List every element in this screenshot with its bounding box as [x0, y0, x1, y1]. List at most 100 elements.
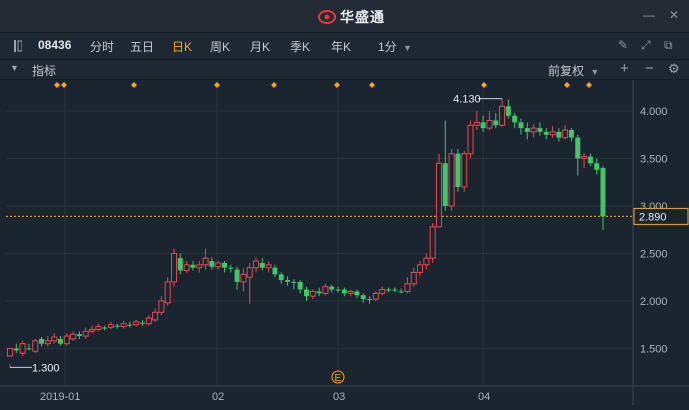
candle-body-up	[435, 162, 442, 228]
candle-body-down	[512, 115, 518, 123]
kline-chart[interactable]: E 4.000 3.500 3.000 2.500 2.000 1.500 2019-01 0…	[0, 80, 689, 405]
chart-background	[0, 80, 689, 405]
tab-monthly-k[interactable]: 月K	[250, 38, 270, 55]
candle-body-up	[423, 257, 430, 266]
candle-body-up	[164, 281, 171, 304]
candle-body-up	[486, 119, 493, 129]
title-bar: 华盛通 — ✕	[0, 0, 689, 33]
candle-body-up	[322, 286, 329, 294]
y-tick-label: 2.000	[640, 296, 668, 308]
candle-body-up	[202, 257, 209, 266]
candle-body-down	[39, 338, 45, 344]
current-price-label: 2.890	[639, 211, 667, 223]
minus-icon[interactable]: −	[645, 60, 654, 77]
brand: 华盛通	[318, 7, 385, 27]
kline-svg: E 4.0003.5003.0002.5002.0001.5002019-01 0…	[0, 80, 689, 405]
indicator-label[interactable]: 指标	[32, 62, 56, 79]
candle-body-up	[562, 129, 569, 139]
candle-body-down	[568, 129, 574, 138]
add-icon[interactable]: +	[620, 60, 629, 77]
candle-body-down	[442, 163, 448, 206]
candle-body-down	[524, 128, 530, 132]
brand-name: 华盛通	[340, 9, 385, 25]
candle-body-down	[76, 334, 82, 337]
candle-body-up	[171, 252, 178, 283]
candle-body-down	[278, 274, 284, 281]
candle-body-down	[360, 295, 366, 300]
candle-body-down	[480, 122, 486, 129]
candle-body-up	[70, 333, 77, 340]
candle-body-up	[51, 336, 58, 342]
candle-body-up	[95, 326, 102, 330]
candle-body-up	[581, 156, 588, 159]
tab-yearly-k[interactable]: 年K	[331, 38, 351, 55]
candle-body-up	[107, 324, 114, 329]
toolbar: 08436 分时 五日 日K 周K 月K 季K 年K 1分 ▼ ✎ ⤢ ⧉	[0, 33, 689, 60]
x-tick-label: 2019-01	[40, 391, 80, 403]
draw-pen-icon[interactable]: ✎	[618, 38, 628, 52]
candle-body-down	[102, 327, 108, 329]
candle-body-down	[367, 299, 373, 301]
candle-body-up	[133, 321, 140, 326]
adjust-select[interactable]: 前复权 ▼	[548, 62, 599, 79]
candle-body-up	[82, 330, 89, 337]
adjust-value: 前复权	[548, 64, 585, 78]
y-tick-label: 2.500	[640, 248, 668, 260]
settings-gear-icon[interactable]: ⚙	[668, 61, 680, 77]
candle-body-down	[228, 267, 234, 269]
tab-weekly-k[interactable]: 周K	[210, 38, 230, 55]
candle-body-down	[594, 163, 600, 170]
sidebar-toggle-icon[interactable]	[14, 40, 22, 52]
candle-body-up	[240, 273, 247, 283]
candle-body-up	[379, 289, 386, 294]
candle-body-up	[265, 264, 272, 269]
candle-body-up	[253, 260, 260, 269]
candle-body-down	[537, 128, 543, 132]
x-tick-label: 02	[212, 391, 224, 403]
candle-body-up	[499, 105, 506, 126]
tab-intraday[interactable]: 分时	[90, 38, 114, 55]
tab-five-day[interactable]: 五日	[130, 38, 154, 55]
candle-body-up	[183, 264, 190, 272]
candle-body-down	[285, 280, 291, 282]
tab-daily-k[interactable]: 日K	[172, 38, 192, 55]
candle-body-down	[291, 281, 297, 283]
candle-body-up	[215, 262, 222, 268]
chevron-down-icon: ▼	[590, 67, 600, 77]
candle-body-down	[354, 291, 360, 296]
close-icon[interactable]: ✕	[667, 8, 681, 22]
collapse-icon[interactable]: ▼	[10, 63, 19, 73]
candle-body-up	[32, 340, 39, 352]
candle-body-down	[190, 264, 196, 268]
stock-code[interactable]: 08436	[38, 38, 71, 52]
minimize-icon[interactable]: —	[642, 8, 656, 22]
candle-body-up	[417, 264, 424, 273]
candle-body-down	[57, 338, 63, 344]
candle-body-up	[372, 292, 379, 300]
candle-body-up	[246, 267, 253, 278]
candle-body-up	[467, 124, 474, 155]
candle-body-down	[392, 289, 398, 291]
candle-body-up	[448, 153, 455, 207]
candle-body-down	[329, 286, 335, 290]
candle-body-up	[89, 328, 96, 332]
chevron-down-icon: ▼	[403, 43, 412, 53]
candle-body-up	[158, 300, 165, 313]
candle-body-up	[63, 335, 70, 345]
candle-body-down	[493, 120, 499, 126]
tab-quarterly-k[interactable]: 季K	[290, 38, 310, 55]
candle-body-down	[556, 131, 562, 138]
candle-body-up	[145, 317, 152, 325]
candle-body-down	[316, 291, 322, 294]
candle-body-down	[543, 131, 549, 135]
chart-grid	[0, 80, 689, 405]
candle-body-down	[341, 289, 347, 294]
x-tick-label: 03	[333, 391, 345, 403]
indicator-bar: ▼ 指标 前复权 ▼ + − ⚙	[0, 60, 689, 80]
fullscreen-icon[interactable]: ⤢	[641, 38, 651, 53]
candle-body-down	[297, 281, 303, 290]
candle-body-down	[272, 267, 278, 275]
interval-select[interactable]: 1分 ▼	[378, 38, 412, 55]
candle-body-down	[139, 322, 145, 324]
float-window-icon[interactable]: ⧉	[664, 38, 673, 53]
